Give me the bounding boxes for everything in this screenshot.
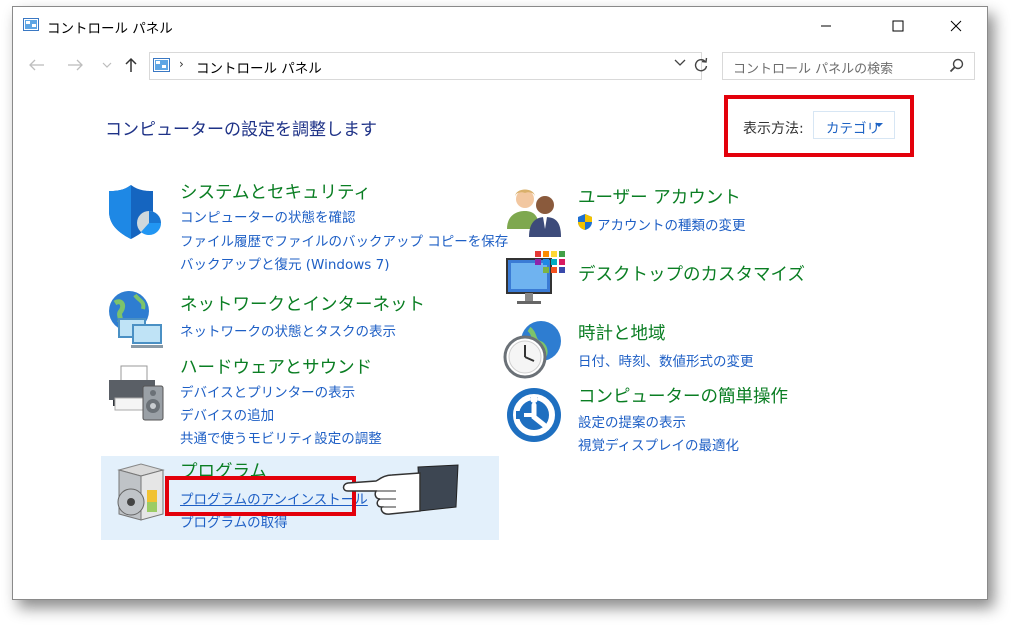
address-dropdown-button[interactable] [674, 57, 686, 70]
link-backup-restore[interactable]: バックアップと復元 (Windows 7) [180, 253, 389, 273]
link-save-backup-copies[interactable]: ファイル履歴でファイルのバックアップ コピーを保存 [180, 230, 508, 250]
link-network-status[interactable]: ネットワークの状態とタスクの表示 [180, 320, 396, 340]
view-by-label: 表示方法: [743, 121, 804, 137]
programs-disc-box-icon[interactable] [111, 462, 173, 524]
minimize-icon [821, 25, 831, 27]
hardware-printer-icon[interactable] [105, 362, 167, 424]
caret-down-icon [875, 123, 883, 127]
breadcrumb-control-panel[interactable]: コントロール パネル [196, 57, 322, 77]
category-title-appearance[interactable]: デスクトップのカスタマイズ [578, 261, 805, 286]
arrow-right-icon [68, 59, 83, 71]
maximize-icon [892, 20, 904, 32]
control-panel-icon [23, 18, 39, 31]
arrow-left-icon [29, 59, 44, 71]
link-check-computer-status[interactable]: コンピューターの状態を確認 [180, 206, 356, 226]
refresh-button[interactable] [690, 53, 712, 77]
chevron-down-icon [674, 59, 686, 66]
maximize-button[interactable] [875, 7, 921, 45]
category-title-ease-of-access[interactable]: コンピューターの簡単操作 [578, 383, 788, 408]
category-title-hardware[interactable]: ハードウェアとサウンド [180, 354, 372, 379]
clock-region-icon[interactable] [503, 319, 565, 381]
uninstall-highlight [165, 476, 356, 516]
system-security-shield-icon[interactable] [105, 179, 167, 241]
breadcrumb-separator-icon[interactable]: › [179, 57, 184, 71]
minimize-button[interactable] [803, 7, 849, 45]
category-title-network[interactable]: ネットワークとインターネット [180, 291, 425, 316]
link-mobility-settings[interactable]: 共通で使うモビリティ設定の調整 [180, 427, 382, 447]
address-bar[interactable]: › コントロール パネル [149, 52, 702, 80]
search-input[interactable]: コントロール パネルの検索 [733, 58, 893, 77]
chevron-down-icon [102, 62, 112, 68]
view-by-value[interactable]: カテゴリ [826, 117, 880, 137]
title-bar: コントロール パネル [13, 7, 987, 45]
category-title-users[interactable]: ユーザー アカウント [578, 184, 741, 209]
search-icon[interactable] [949, 58, 964, 73]
category-title-system[interactable]: システムとセキュリティ [180, 179, 371, 204]
link-suggested-settings[interactable]: 設定の提案の表示 [578, 411, 686, 431]
control-panel-icon [153, 58, 170, 72]
refresh-icon [694, 57, 708, 72]
pointing-hand-icon [342, 464, 459, 515]
arrow-up-icon [125, 57, 137, 72]
link-date-time-format[interactable]: 日付、時刻、数値形式の変更 [578, 350, 754, 370]
page-title: コンピューターの設定を調整します [105, 120, 377, 140]
close-icon [950, 20, 962, 32]
ease-of-access-icon[interactable] [506, 387, 568, 449]
category-title-clock[interactable]: 時計と地域 [578, 320, 666, 345]
window-title: コントロール パネル [47, 21, 173, 37]
link-optimize-display[interactable]: 視覚ディスプレイの最適化 [578, 434, 739, 454]
forward-button[interactable] [65, 54, 85, 76]
search-box[interactable]: コントロール パネルの検索 [722, 52, 975, 80]
back-button[interactable] [27, 54, 47, 76]
link-devices-printers[interactable]: デバイスとプリンターの表示 [180, 381, 355, 401]
view-by-select[interactable]: カテゴリ [813, 111, 895, 139]
link-add-device[interactable]: デバイスの追加 [180, 404, 274, 424]
control-panel-window: コントロール パネル › コントロール パネル コントロール パネルの検索 コン… [12, 6, 988, 600]
user-accounts-icon[interactable] [503, 185, 565, 247]
up-button[interactable] [121, 54, 141, 76]
recent-locations-button[interactable] [97, 54, 117, 76]
uac-shield-icon [578, 214, 592, 230]
network-globe-icon[interactable] [105, 289, 167, 351]
link-change-account-type[interactable]: アカウントの種類の変更 [597, 214, 746, 234]
close-button[interactable] [933, 7, 979, 45]
desktop-customization-icon[interactable] [503, 247, 565, 309]
